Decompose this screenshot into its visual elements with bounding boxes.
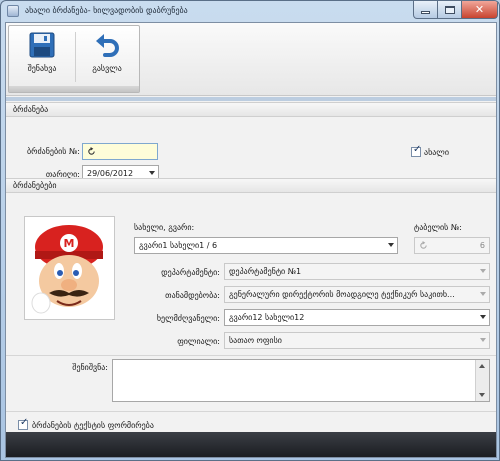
scroll-down-icon[interactable] [479, 393, 485, 397]
section-divider [6, 355, 496, 356]
close-icon: ✕ [474, 3, 485, 16]
employee-avatar-image: M [25, 217, 114, 319]
position-select: გენერალური დირექტორის მოადგილე ტექნიკურ … [224, 286, 490, 303]
ribbon: შენახვა გასვლა [6, 23, 496, 96]
undo-button[interactable]: გასვლა [77, 28, 137, 84]
maximize-icon [444, 5, 455, 14]
refresh-icon [420, 241, 427, 249]
undo-label: გასვლა [92, 64, 122, 73]
chevron-down-icon [480, 292, 486, 296]
chevron-down-icon [149, 171, 155, 175]
notes-scrollbar[interactable] [475, 360, 489, 401]
maximize-button[interactable] [438, 1, 462, 19]
employee-photo: M [24, 216, 115, 320]
section-order-header: ბრძანება [6, 102, 496, 117]
position-label: თანამდებობა: [165, 291, 220, 300]
title-bar: ახალი ბრძანება- ხილვადობის დაბრუნება ✕ [1, 1, 499, 21]
chevron-down-icon [388, 243, 394, 247]
department-value: დეპარტამენტი №1 [229, 267, 302, 276]
employee-name-select[interactable]: გვარი1 სახელი1 / 6 [134, 237, 398, 254]
footer-divider [6, 411, 496, 412]
generate-text-label: ბრძანების ტექსტის ფორმირება [32, 421, 154, 430]
ribbon-group: შენახვა გასვლა [8, 25, 140, 93]
manager-label: ხელმძღვანელი: [156, 314, 220, 323]
status-bar [6, 432, 496, 457]
minimize-icon [421, 11, 430, 14]
checkmark-icon: ✓ [413, 144, 422, 155]
close-button[interactable]: ✕ [462, 1, 498, 19]
chevron-down-icon [480, 269, 486, 273]
window-title: ახალი ბრძანება- ხილვადობის დაბრუნება [25, 6, 188, 15]
ribbon-divider [6, 97, 496, 101]
undo-arrow-icon [96, 34, 119, 57]
table-number-label: ტაბელის №: [414, 223, 462, 232]
table-number-field: 6 [414, 237, 490, 254]
chevron-down-icon [480, 338, 486, 342]
department-label: დეპარტამენტი: [161, 268, 220, 277]
section-orders-header: ბრძანებები [6, 178, 496, 193]
chevron-down-icon [480, 315, 486, 319]
window-client: შენახვა გასვლა ბრძანება ბრძანების №: თარ… [5, 22, 497, 458]
save-label: შენახვა [27, 64, 57, 73]
svg-text:M: M [64, 237, 75, 250]
app-icon [7, 5, 19, 17]
floppy-disk-icon [29, 32, 55, 58]
ribbon-separator [75, 32, 76, 82]
date-value: 29/06/2012 [87, 169, 134, 178]
order-number-field[interactable] [82, 143, 158, 160]
name-label: სახელი, გვარი: [134, 223, 195, 232]
notes-textarea[interactable] [112, 359, 490, 402]
new-checkbox-label: ახალი [424, 148, 449, 157]
save-button[interactable]: შენახვა [12, 28, 72, 84]
branch-value: სათაო ოფისი [229, 336, 282, 345]
branch-select: სათაო ოფისი [224, 332, 490, 349]
position-value: გენერალური დირექტორის მოადგილე ტექნიკურ … [229, 290, 455, 299]
app-window: ახალი ბრძანება- ხილვადობის დაბრუნება ✕ შ… [0, 0, 500, 461]
department-select: დეპარტამენტი №1 [224, 263, 490, 280]
order-number-label: ბრძანების №: [26, 147, 80, 156]
new-checkbox[interactable]: ✓ [411, 144, 422, 157]
notes-label: შენიშვნა: [72, 363, 108, 372]
refresh-icon [88, 147, 95, 155]
manager-select[interactable]: გვარი12 სახელი12 [224, 309, 490, 326]
manager-value: გვარი12 სახელი12 [229, 313, 305, 322]
scroll-up-icon[interactable] [479, 364, 485, 368]
minimize-button[interactable] [413, 1, 438, 19]
generate-text-checkbox[interactable]: ✓ [18, 417, 29, 430]
employee-name-value: გვარი1 სახელი1 / 6 [139, 241, 218, 250]
checkmark-icon: ✓ [20, 417, 29, 428]
table-number-value: 6 [479, 241, 485, 250]
branch-label: ფილიალი: [177, 337, 220, 346]
